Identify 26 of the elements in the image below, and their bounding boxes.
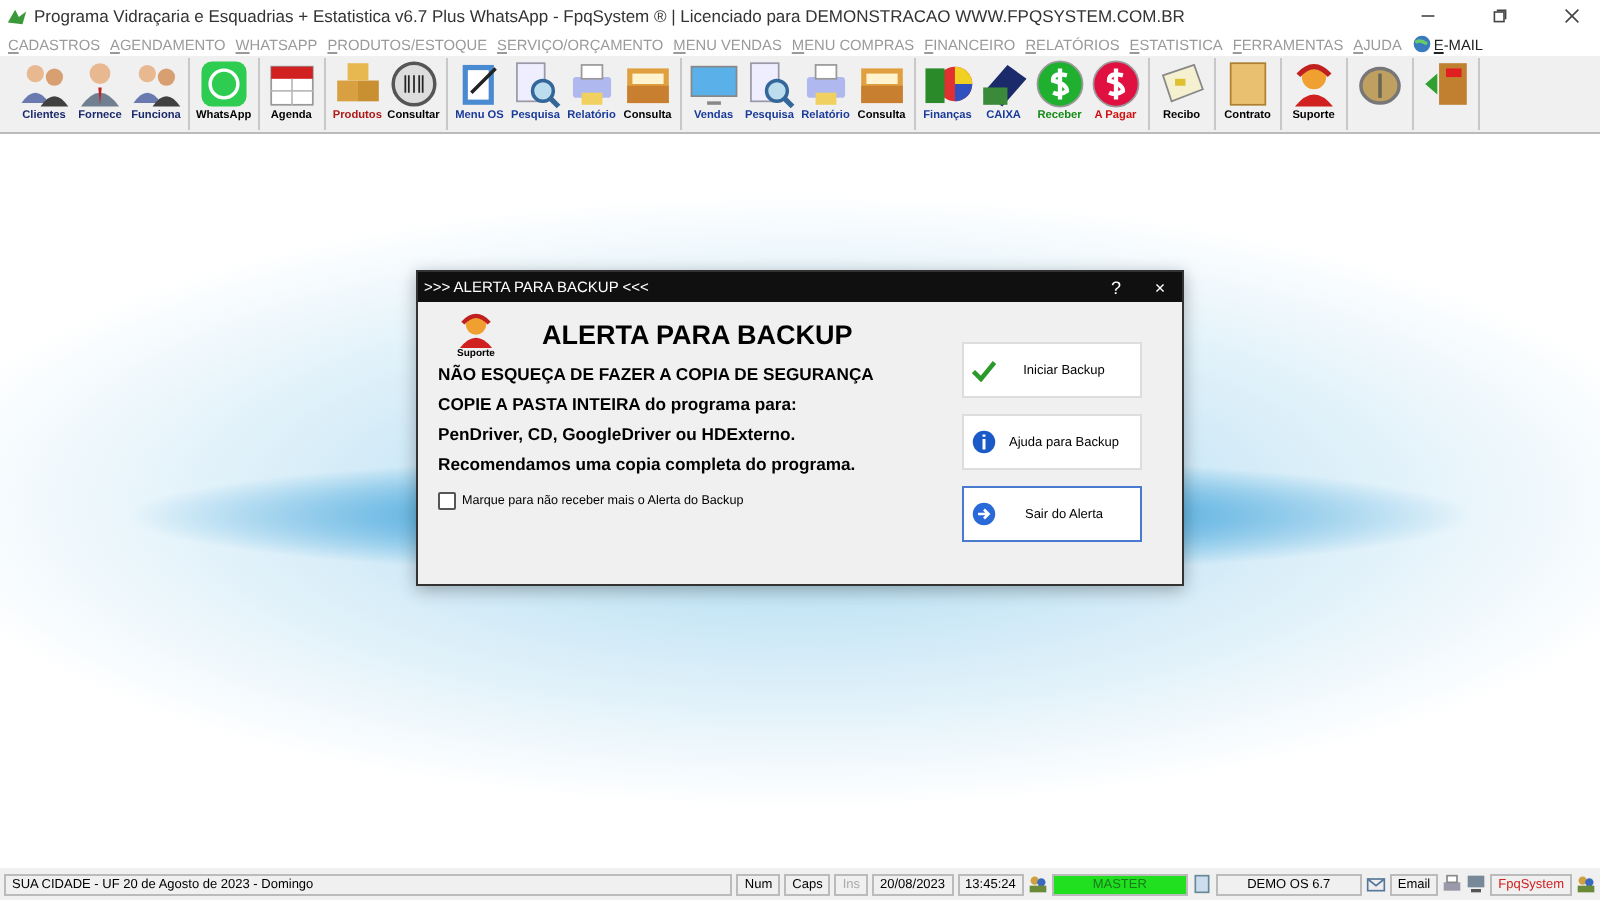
dollar-coin-icon bbox=[1089, 58, 1142, 110]
users-icon bbox=[1576, 874, 1596, 894]
arrow-icon bbox=[972, 502, 996, 526]
alert-heading: ALERTA PARA BACKUP bbox=[542, 320, 853, 350]
help-button[interactable]: ? bbox=[1094, 277, 1138, 297]
whatsapp-icon bbox=[197, 58, 250, 110]
checkmark-icon bbox=[972, 358, 996, 382]
close-button[interactable]: × bbox=[1138, 277, 1182, 297]
document-icon bbox=[1191, 874, 1212, 894]
email-globe-icon bbox=[1411, 34, 1432, 54]
users-icon bbox=[1027, 874, 1048, 894]
app-logo-icon bbox=[6, 5, 28, 27]
window-title: Programa Vidraçaria e Esquadrias + Estatistica v6.7 Plus WhatsApp - FpqSystem ® | Licenciado para DEMONSTRACAO WWW.FPQSYSTEM.COM.BR bbox=[34, 6, 1185, 26]
support-agent-icon bbox=[454, 310, 498, 348]
alert-message: COPIE A PASTA INTEIRA do programa para: bbox=[438, 392, 797, 418]
barcode-icon bbox=[387, 58, 440, 110]
alert-message: Recomendamos uma copia completa do programa. bbox=[438, 452, 856, 478]
restore-icon[interactable] bbox=[1492, 8, 1508, 24]
alert-message: NÃO ESQUEÇA DE FAZER A COPIA DE SEGURANÇA bbox=[438, 362, 874, 388]
computer-icon bbox=[1466, 874, 1487, 894]
dollar-coin-icon bbox=[1033, 58, 1086, 110]
email-icon bbox=[1365, 874, 1386, 894]
info-icon bbox=[972, 430, 996, 454]
printer-icon bbox=[1442, 874, 1463, 894]
close-icon[interactable] bbox=[1564, 8, 1580, 24]
alert-message: PenDriver, CD, GoogleDriver ou HDExterno. bbox=[438, 422, 796, 448]
